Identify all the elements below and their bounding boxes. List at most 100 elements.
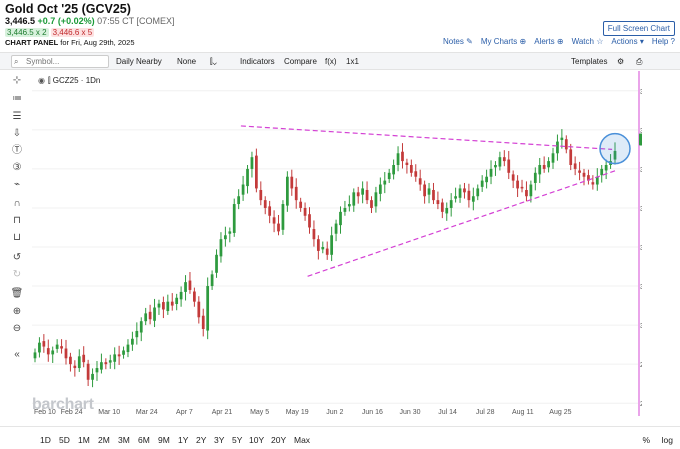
candle-body	[277, 223, 280, 232]
candle-body	[184, 282, 187, 292]
chart-type-icon[interactable]: ⫿⌄	[210, 57, 217, 67]
candle-body	[100, 362, 103, 370]
y-tick-label: 3,000.0	[640, 323, 642, 330]
shapes-icon[interactable]: ⇩	[10, 127, 24, 141]
my-charts-link[interactable]: My Charts ⊕	[481, 37, 526, 46]
candle-body	[498, 157, 502, 167]
brush-icon[interactable]: ⌁	[10, 178, 24, 192]
range-6m[interactable]: 6M	[138, 435, 150, 445]
range-2m[interactable]: 2M	[98, 435, 110, 445]
save-icon[interactable]: ⎙	[636, 57, 642, 67]
eye-icon[interactable]: ◉	[38, 76, 45, 85]
candle-body	[387, 172, 391, 180]
candle-body	[551, 153, 555, 163]
aggregation-dropdown[interactable]: None	[177, 57, 196, 66]
symbol-search-input[interactable]	[11, 55, 109, 68]
candle-body	[449, 200, 453, 208]
watch-link[interactable]: Watch ☆	[572, 37, 604, 46]
range-1m[interactable]: 1M	[78, 435, 90, 445]
trendline	[307, 170, 616, 277]
candle-body	[471, 196, 475, 202]
magnet-icon[interactable]: ∩	[10, 197, 24, 211]
candle-body	[55, 344, 59, 349]
text-icon[interactable]: Ⓣ	[10, 144, 24, 158]
x-tick-label: Aug 25	[549, 409, 571, 416]
candle-body	[69, 356, 72, 365]
candle-body	[246, 168, 249, 187]
undo-icon[interactable]: ↺	[10, 251, 24, 265]
chart-svg: 3,600.03,500.03,400.03,300.03,200.03,100…	[32, 71, 675, 416]
range-9m[interactable]: 9M	[158, 435, 170, 445]
candle-body	[321, 247, 325, 250]
candle-body	[188, 280, 192, 290]
y-tick-label: 3,600.0	[640, 89, 642, 96]
zoom-in-icon[interactable]: ⊕	[10, 305, 24, 319]
candle-body	[272, 217, 276, 224]
full-screen-chart-button[interactable]: Full Screen Chart	[602, 21, 675, 36]
candle-body	[166, 301, 170, 312]
candle-body	[139, 321, 143, 333]
lines-icon[interactable]: ≔	[10, 92, 24, 106]
templates-button[interactable]: Templates	[571, 57, 607, 66]
layout-dropdown[interactable]: 1x1	[346, 57, 359, 66]
candle-body	[241, 184, 245, 195]
percent-scale-toggle[interactable]: %	[642, 435, 650, 445]
candle-body	[294, 186, 298, 201]
candle-body	[325, 248, 329, 255]
alerts-link[interactable]: Alerts ⊕	[534, 37, 563, 46]
collapse-icon[interactable]: «	[10, 348, 24, 362]
gear-icon[interactable]: ⚙	[617, 57, 624, 66]
candle-body	[175, 297, 179, 305]
range-5d[interactable]: 5D	[59, 435, 70, 445]
crosshair-icon[interactable]: ⊹	[10, 74, 24, 88]
trash-icon[interactable]: 🗑	[10, 287, 24, 301]
candle-body	[520, 186, 524, 189]
candle-body	[343, 207, 347, 212]
candle-body	[560, 137, 564, 141]
measure-icon[interactable]: ③	[10, 161, 24, 175]
log-scale-toggle[interactable]: log	[662, 435, 673, 445]
lock-icon[interactable]: ⊓	[10, 214, 24, 228]
actions-menu[interactable]: Actions ▾	[611, 37, 643, 46]
candle-body	[144, 313, 148, 322]
candle-body	[604, 165, 608, 171]
range-20y[interactable]: 20Y	[271, 435, 286, 445]
price-chart[interactable]: 3,600.03,500.03,400.03,300.03,200.03,100…	[32, 71, 675, 416]
redo-icon[interactable]: ↻	[10, 268, 24, 282]
candle-body	[113, 354, 117, 362]
range-2y[interactable]: 2Y	[196, 435, 206, 445]
alerts-label: Alerts	[534, 37, 555, 46]
notes-link[interactable]: Notes ✎	[443, 37, 473, 46]
unlock-icon[interactable]: ⊔	[10, 231, 24, 245]
range-3y[interactable]: 3Y	[214, 435, 224, 445]
range-1d[interactable]: 1D	[40, 435, 51, 445]
candle-body	[418, 178, 422, 185]
candle-body	[516, 180, 519, 189]
range-bar: 1D 5D 1M 2M 3M 6M 9M 1Y 2Y 3Y 5Y 10Y 20Y…	[0, 426, 680, 449]
candle-body	[454, 196, 457, 199]
range-10y[interactable]: 10Y	[249, 435, 264, 445]
function-button[interactable]: f(x)	[325, 57, 337, 66]
compare-button[interactable]: Compare	[284, 57, 317, 66]
indicators-button[interactable]: Indicators	[240, 57, 275, 66]
period-dropdown[interactable]: Daily Nearby	[116, 57, 162, 66]
candle-body	[117, 354, 121, 357]
x-tick-label: Jun 2	[326, 409, 343, 416]
candle-body	[86, 363, 90, 380]
fibonacci-icon[interactable]: ☰	[10, 110, 24, 124]
price-line: 3,446.5 +0.7 (+0.02%) 07:55 CT [COMEX]	[5, 16, 174, 26]
candle-body	[334, 223, 338, 234]
candle-body	[148, 311, 152, 320]
range-max[interactable]: Max	[294, 435, 310, 445]
y-tick-label: 3,100.0	[640, 284, 642, 291]
range-1y[interactable]: 1Y	[178, 435, 188, 445]
top-links: Notes ✎ My Charts ⊕ Alerts ⊕ Watch ☆ Act…	[443, 37, 675, 46]
range-5y[interactable]: 5Y	[232, 435, 242, 445]
legend-interval: 1Dn	[85, 76, 101, 85]
help-link[interactable]: Help ?	[652, 37, 675, 46]
candle-body	[582, 172, 586, 177]
notes-label: Notes	[442, 37, 464, 46]
zoom-out-icon[interactable]: ⊖	[10, 322, 24, 336]
plus-icon: ⊕	[519, 37, 527, 46]
range-3m[interactable]: 3M	[118, 435, 130, 445]
